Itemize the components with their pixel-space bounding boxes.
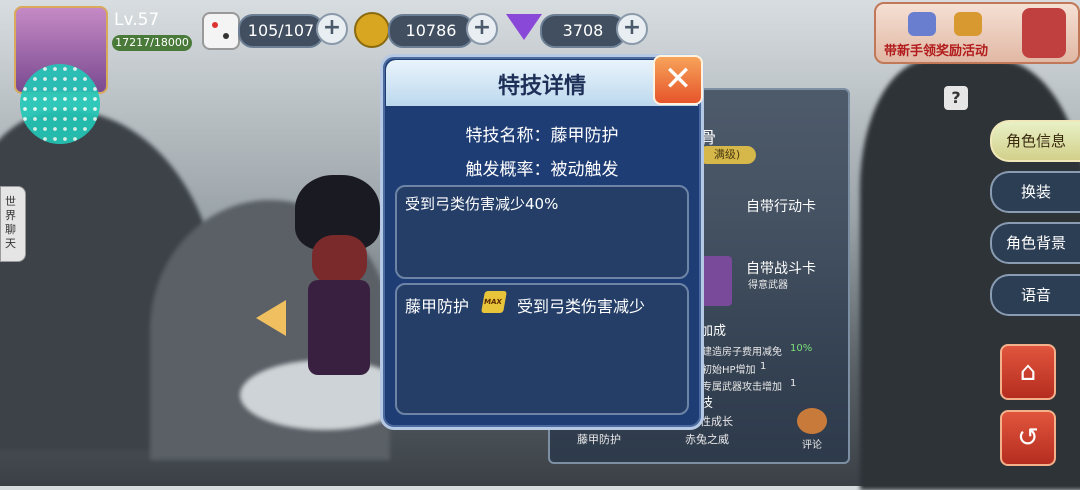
event-banner[interactable]: 带新手领奖励活动 [874, 2, 1080, 64]
event-banner-label: 带新手领奖励活动 [884, 44, 989, 59]
prev-arrow[interactable] [256, 300, 286, 336]
tab-character-info[interactable]: 角色信息 [990, 120, 1080, 162]
tab-voice[interactable]: 语音 [990, 274, 1080, 316]
coin-count: 10786 [388, 14, 474, 48]
detail-skill-name: 藤甲防护 [405, 297, 470, 316]
skill-rattan-armor: 藤甲防护 [577, 433, 621, 446]
dice-icon [202, 12, 240, 50]
dice-count: 105/107 [238, 14, 324, 48]
coin-icon [354, 12, 390, 48]
character-sprite[interactable] [290, 175, 385, 385]
bonus-row-2: 初始HP增加 [702, 365, 756, 376]
dialog-title: 特技详情 [497, 74, 586, 99]
bonus-row-2-value: 1 [760, 361, 767, 372]
max-badge-text: MAX [483, 298, 503, 306]
world-chat-tab[interactable]: 世界聊天 [0, 186, 26, 262]
comment-label[interactable]: 评论 [802, 436, 822, 451]
bonus-row-1-value: 10% [790, 343, 813, 354]
gem-count: 3708 [540, 14, 626, 48]
panel-tag: 满级) [698, 146, 756, 164]
effect-box: 受到弓类伤害减少40% [395, 185, 689, 279]
touch-indicator [20, 64, 100, 144]
bonus-row-1: 建造房子费用减免 [702, 347, 782, 358]
tab-character-background[interactable]: 角色背景 [990, 222, 1080, 264]
skill-growth: 性成长 [700, 415, 733, 428]
card-battle-label: 自带战斗卡 [746, 261, 816, 277]
close-button[interactable]: ✕ [653, 55, 703, 105]
level-text: Lv.57 [114, 10, 160, 30]
character-face [312, 235, 367, 285]
skill-name-line: 特技名称：藤甲防护 [465, 126, 619, 146]
add-dice-button[interactable]: + [316, 13, 348, 45]
help-button[interactable]: ? [944, 86, 968, 110]
dialog-header: 特技详情 [386, 60, 698, 106]
card-action-label: 自带行动卡 [746, 199, 816, 215]
home-button[interactable]: ⌂ [1000, 344, 1056, 400]
detail-box: 藤甲防护 MAX 受到弓类伤害减少 [395, 283, 689, 415]
comment-icon[interactable] [797, 408, 827, 434]
effect-text: 受到弓类伤害减少40% [405, 195, 559, 213]
trigger-rate-line: 触发概率：被动触发 [465, 160, 619, 180]
character-body [308, 280, 370, 375]
detail-text: 受到弓类伤害减少 [517, 297, 646, 316]
gem-icon [506, 14, 542, 40]
add-gems-button[interactable]: + [616, 13, 648, 45]
skill-red-hare: 赤兔之威 [685, 433, 729, 446]
world-chat-label: 世界聊天 [5, 195, 16, 250]
card-battle-sub: 得意武器 [748, 280, 788, 291]
bonus-row-3-value: 1 [790, 378, 797, 389]
bonus-row-3: 专属武器攻击增加 [702, 382, 782, 393]
add-coins-button[interactable]: + [466, 13, 498, 45]
back-button[interactable]: ↺ [1000, 410, 1056, 466]
exp-badge: 17217/18000 [112, 35, 192, 51]
gift-icon [908, 12, 936, 36]
event-character-icon [1022, 8, 1066, 58]
max-badge-icon: MAX [481, 291, 507, 313]
skill-detail-dialog: 特技详情 ✕ 特技名称：藤甲防护 触发概率：被动触发 受到弓类伤害减少40% 藤… [380, 54, 704, 430]
treasure-icon [954, 12, 982, 36]
tab-outfit[interactable]: 换装 [990, 171, 1080, 213]
